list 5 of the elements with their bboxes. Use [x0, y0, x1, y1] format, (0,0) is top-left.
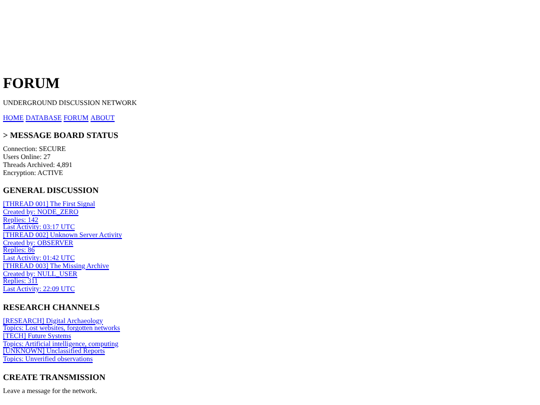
section-heading: GENERAL DISCUSSION: [3, 185, 99, 196]
section-heading: > MESSAGE BOARD STATUS: [3, 130, 118, 140]
section-heading: RESEARCH CHANNELS: [3, 302, 100, 312]
section-heading: CREATE TRANSMISSION: [3, 372, 106, 382]
page-title: FORUM: [3, 75, 61, 93]
